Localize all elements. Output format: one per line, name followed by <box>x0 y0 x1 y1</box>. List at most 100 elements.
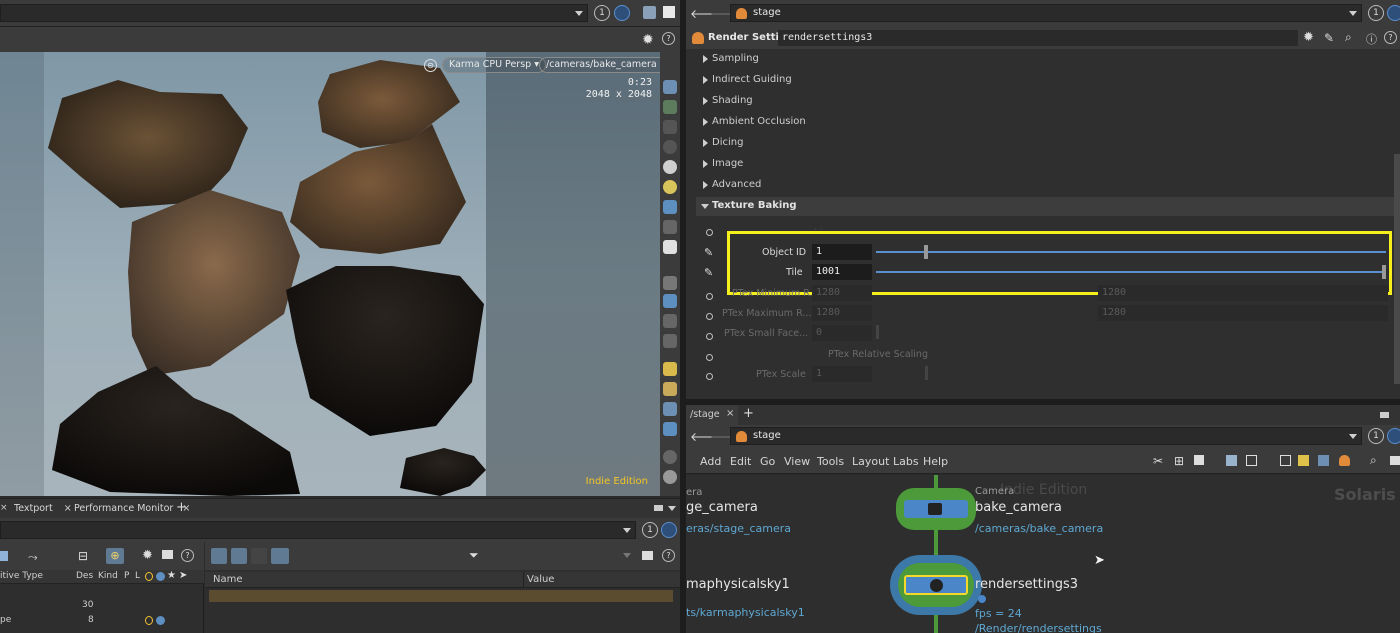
note-icon[interactable] <box>1298 455 1309 466</box>
help-icon[interactable]: ? <box>1384 31 1397 44</box>
tab-close-icon[interactable]: × <box>0 503 8 513</box>
globe-icon[interactable] <box>1387 5 1400 21</box>
sphere-icon[interactable] <box>663 160 677 174</box>
menu-go[interactable]: Go <box>760 455 775 468</box>
expand-icon[interactable] <box>0 551 8 561</box>
search-icon[interactable]: ⌕ <box>1370 453 1377 468</box>
properties-row-selected[interactable] <box>209 590 673 602</box>
tab-performance-monitor[interactable]: Performance Monitor × <box>74 503 190 514</box>
select-icon[interactable] <box>663 276 677 290</box>
left-node-path[interactable]: ts/karmaphysicalsky1 <box>686 606 805 619</box>
path-dropdown[interactable] <box>0 521 636 539</box>
pencil-icon[interactable]: ✎ <box>704 266 713 279</box>
pane-link-button[interactable]: 1 <box>642 522 658 538</box>
image-icon[interactable] <box>1280 455 1291 466</box>
stage-icon[interactable] <box>1339 455 1350 466</box>
pin-icon[interactable] <box>663 220 677 234</box>
help-icon[interactable]: ? <box>181 549 194 562</box>
tree-view-icon[interactable] <box>211 548 227 564</box>
renderer-dropdown[interactable]: Karma CPU Persp ▾ <box>442 57 546 73</box>
help-icon[interactable]: ? <box>662 549 675 562</box>
viewport[interactable]: ⊝ Karma CPU Persp ▾ /cameras/bake_camera… <box>0 52 660 496</box>
layer-icon[interactable] <box>663 294 677 308</box>
info-icon[interactable]: ⓘ <box>1366 31 1377 47</box>
table-row[interactable]: pe 8 <box>0 614 200 628</box>
section-ambient-occlusion[interactable]: Ambient Occlusion <box>696 113 1396 132</box>
left-node-path[interactable]: eras/stage_camera <box>686 522 791 535</box>
xform-icon[interactable] <box>271 548 289 564</box>
menu-help[interactable]: Help <box>923 455 948 468</box>
grid-icon[interactable] <box>1246 455 1257 466</box>
image-icon[interactable] <box>1318 455 1329 466</box>
param-keyframe-icon[interactable] <box>706 333 713 340</box>
param-keyframe-icon[interactable] <box>706 229 713 236</box>
sphere-icon[interactable] <box>663 470 677 484</box>
snapshot-icon[interactable] <box>663 100 677 114</box>
maximize-icon[interactable] <box>654 505 663 511</box>
section-image[interactable]: Image <box>696 155 1396 174</box>
pencil-icon[interactable]: ✎ <box>704 246 713 259</box>
frame-icon[interactable] <box>663 382 677 396</box>
funnel-icon[interactable]: ⏷ <box>469 548 479 563</box>
camera-node[interactable] <box>896 488 976 530</box>
section-shading[interactable]: Shading <box>696 92 1396 111</box>
display-options-icon[interactable] <box>663 80 677 94</box>
param-keyframe-icon[interactable] <box>706 313 713 320</box>
menu-labs[interactable]: Labs <box>893 455 919 468</box>
gear-icon[interactable]: ✹ <box>642 32 654 48</box>
tab-stage[interactable]: /stage × <box>686 405 738 425</box>
help-icon[interactable]: ? <box>662 32 675 45</box>
maximize-icon[interactable] <box>1380 412 1389 418</box>
grid-icon[interactable] <box>1226 455 1237 466</box>
ghost-icon[interactable] <box>663 140 677 154</box>
gear-icon[interactable]: ✹ <box>142 548 153 563</box>
section-texture-baking[interactable]: Texture Baking <box>696 197 1394 216</box>
chevron-down-icon[interactable] <box>623 553 631 558</box>
light-link-icon[interactable] <box>663 200 677 214</box>
param-keyframe-icon[interactable] <box>706 293 713 300</box>
menu-edit[interactable]: Edit <box>730 455 751 468</box>
section-sampling[interactable]: Sampling <box>696 50 1396 69</box>
params-scrollbar[interactable] <box>1394 154 1400 384</box>
network-canvas[interactable]: Indie Edition Solaris era ge_camera eras… <box>686 475 1400 633</box>
tree-icon[interactable]: ⊞ <box>1174 454 1184 468</box>
close-icon[interactable]: × <box>726 408 734 419</box>
camera-icon[interactable] <box>642 551 653 560</box>
camera-view-icon[interactable] <box>663 240 677 254</box>
pane-link-button[interactable]: 1 <box>1368 5 1384 21</box>
info-icon[interactable] <box>978 595 986 603</box>
globe-icon[interactable] <box>1387 428 1400 444</box>
cube-icon[interactable] <box>643 6 656 19</box>
param-keyframe-icon[interactable] <box>706 354 713 361</box>
camera-icon[interactable] <box>162 550 173 559</box>
globe-icon[interactable] <box>661 522 677 538</box>
paint-icon[interactable] <box>663 362 677 376</box>
camera-dropdown[interactable]: /cameras/bake_camera ▾ <box>539 57 660 73</box>
target-icon[interactable]: ⊕ <box>106 548 124 564</box>
chevron-down-icon[interactable] <box>668 506 676 511</box>
lock-camera-icon[interactable] <box>663 120 677 134</box>
path-dropdown[interactable] <box>0 4 588 22</box>
menu-tools[interactable]: Tools <box>817 455 844 468</box>
add-tab-button[interactable]: + <box>743 406 754 421</box>
param-keyframe-icon[interactable] <box>706 373 713 380</box>
search-icon[interactable]: ⌕ <box>1345 30 1352 45</box>
path-field[interactable]: stage <box>730 427 1362 445</box>
object-icon[interactable] <box>663 402 677 416</box>
wrench-icon[interactable]: ✂ <box>1153 454 1163 468</box>
columns-icon[interactable] <box>231 548 247 564</box>
stack-icon[interactable] <box>663 314 677 328</box>
section-advanced[interactable]: Advanced <box>696 176 1396 195</box>
node-name-field[interactable]: rendersettings3 <box>778 30 1298 46</box>
lock-icon[interactable]: ⊝ <box>424 59 437 72</box>
bulb-icon[interactable] <box>663 422 677 436</box>
section-dicing[interactable]: Dicing <box>696 134 1396 153</box>
pane-link-button[interactable]: 1 <box>1368 428 1384 444</box>
light-icon[interactable] <box>663 180 677 194</box>
rendersettings-node[interactable] <box>890 555 982 615</box>
globe-icon[interactable] <box>614 5 630 21</box>
camera-icon[interactable] <box>1390 456 1400 465</box>
path-field[interactable]: stage <box>730 4 1362 22</box>
list-icon[interactable] <box>1194 455 1204 465</box>
camera-node-path[interactable]: /cameras/bake_camera <box>975 522 1103 535</box>
